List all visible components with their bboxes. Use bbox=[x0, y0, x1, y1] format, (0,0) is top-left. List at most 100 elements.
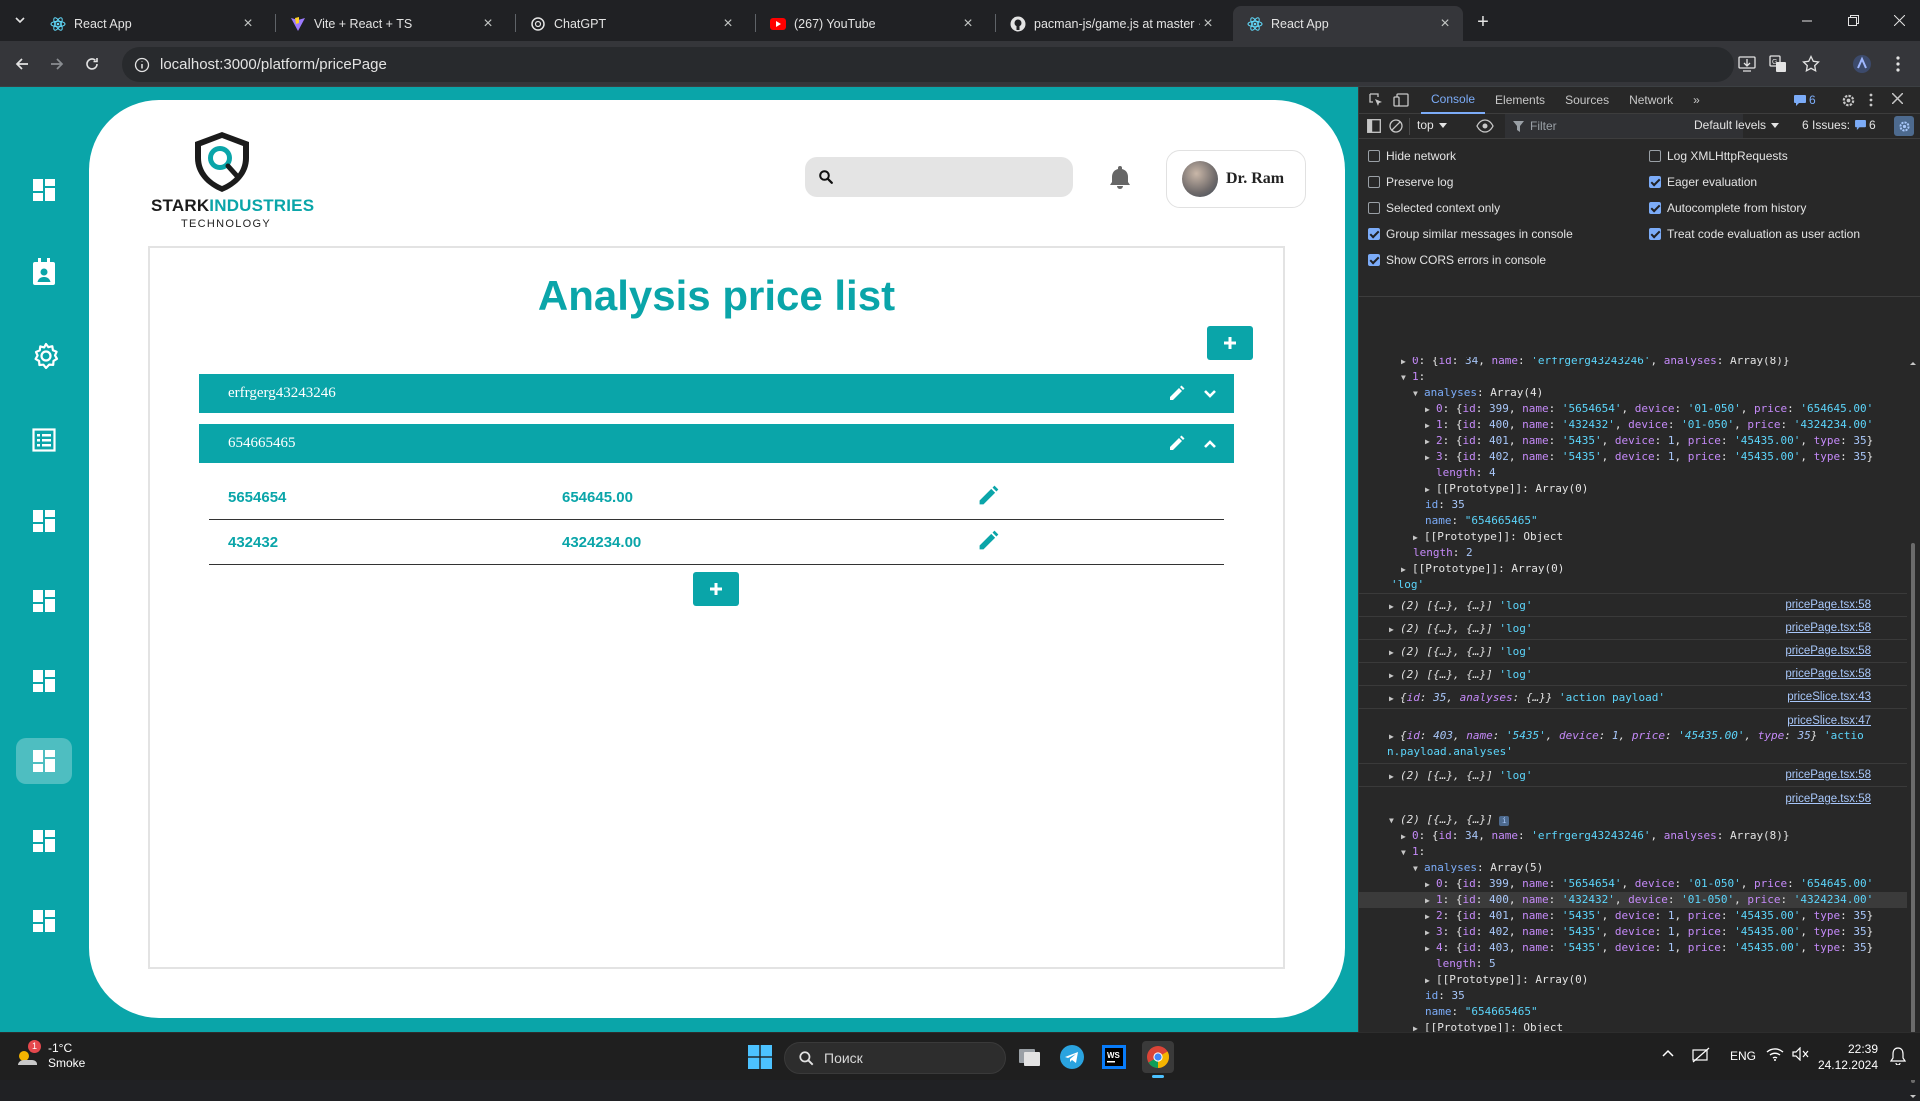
devtools-menu-icon[interactable] bbox=[1869, 93, 1873, 107]
sidebar-item-appointments[interactable] bbox=[16, 249, 72, 295]
sidebar-item-dashboard-4[interactable] bbox=[16, 658, 72, 704]
checkbox[interactable] bbox=[1368, 150, 1380, 162]
checkbox-checked[interactable] bbox=[1368, 228, 1380, 240]
add-category-button[interactable] bbox=[1207, 326, 1253, 360]
checkbox[interactable] bbox=[1649, 150, 1661, 162]
sidebar-item-dashboard[interactable] bbox=[16, 167, 72, 213]
setting-eager-evaluation[interactable]: Eager evaluation bbox=[1649, 175, 1757, 189]
tab-elements[interactable]: Elements bbox=[1485, 87, 1555, 114]
forward-button[interactable] bbox=[42, 49, 72, 79]
browser-tab[interactable]: Vite + React + TS × bbox=[276, 6, 506, 41]
console-message[interactable]: ▶ (2) [{…}, {…}] 'log' pricePage.tsx:58 bbox=[1359, 616, 1907, 639]
source-link[interactable]: pricePage.tsx:58 bbox=[1785, 787, 1871, 811]
edit-analysis-button[interactable] bbox=[977, 485, 1001, 509]
console-line[interactable]: ▶ 1: {id: 400, name: '432432', device: '0… bbox=[1359, 417, 1907, 433]
console-line[interactable]: ▼ 1: bbox=[1359, 369, 1907, 385]
console-line[interactable]: ▶ 3: {id: 402, name: '5435', device: 1, p… bbox=[1359, 449, 1907, 465]
clock[interactable]: 22:39 24.12.2024 bbox=[1818, 1041, 1878, 1073]
console-line[interactable]: ▼ 1: bbox=[1359, 844, 1907, 860]
back-button[interactable] bbox=[7, 49, 37, 79]
browser-tab[interactable]: pacman-js/game.js at master · s × bbox=[996, 6, 1226, 41]
search-box[interactable] bbox=[805, 157, 1073, 197]
source-link[interactable]: pricePage.tsx:58 bbox=[1785, 640, 1871, 663]
collapse-category-button[interactable] bbox=[1200, 434, 1220, 454]
console-line-hovered[interactable]: ▶ 1: {id: 400, name: '432432', device: '0… bbox=[1359, 892, 1907, 908]
console-line[interactable]: ▶ 0: {id: 34, name: 'erfrgerg43243246', a… bbox=[1359, 828, 1907, 844]
source-link[interactable]: pricePage.tsx:58 bbox=[1785, 764, 1871, 787]
notifications-button[interactable] bbox=[1107, 164, 1133, 190]
setting-log-xhr[interactable]: Log XMLHttpRequests bbox=[1649, 149, 1788, 163]
edit-analysis-button[interactable] bbox=[977, 530, 1001, 554]
console-scrollbar[interactable] bbox=[1909, 361, 1917, 1101]
close-icon[interactable]: × bbox=[720, 15, 736, 32]
setting-treat-code-eval[interactable]: Treat code evaluation as user action bbox=[1649, 227, 1860, 241]
translate-icon[interactable]: G bbox=[1765, 51, 1791, 77]
browser-tab[interactable]: (267) YouTube × bbox=[756, 6, 986, 41]
console-line[interactable]: ▶ [[Prototype]]: Object bbox=[1359, 529, 1907, 545]
start-button[interactable] bbox=[744, 1041, 776, 1073]
url-text[interactable]: localhost:3000/platform/pricePage bbox=[160, 56, 387, 73]
edit-category-button[interactable] bbox=[1166, 434, 1186, 454]
console-line[interactable]: ▶ 0: {id: 399, name: '5654654', device: '… bbox=[1359, 401, 1907, 417]
checkbox-checked[interactable] bbox=[1649, 176, 1661, 188]
sidebar-item-settings[interactable] bbox=[18, 333, 74, 379]
close-devtools-icon[interactable] bbox=[1892, 93, 1903, 104]
setting-selected-context[interactable]: Selected context only bbox=[1368, 201, 1500, 215]
sidebar-item-dashboard-2[interactable] bbox=[16, 498, 72, 544]
tab-network[interactable]: Network bbox=[1619, 87, 1683, 114]
sidebar-item-dashboard-6[interactable] bbox=[16, 818, 72, 864]
extension-avatar-icon[interactable] bbox=[1849, 51, 1875, 77]
console-line[interactable]: ▶ 2: {id: 401, name: '5435', device: 1, p… bbox=[1359, 908, 1907, 924]
sidebar-item-dashboard-7[interactable] bbox=[16, 898, 72, 944]
live-expression-eye-icon[interactable] bbox=[1476, 119, 1494, 133]
chrome-app[interactable] bbox=[1142, 1041, 1174, 1078]
console-line[interactable]: ▶ 3: {id: 402, name: '5435', device: 1, p… bbox=[1359, 924, 1907, 940]
source-link[interactable]: pricePage.tsx:58 bbox=[1785, 617, 1871, 640]
tab-sources[interactable]: Sources bbox=[1555, 87, 1619, 114]
checkbox-checked[interactable] bbox=[1368, 254, 1380, 266]
checkbox[interactable] bbox=[1368, 202, 1380, 214]
setting-hide-network[interactable]: Hide network bbox=[1368, 149, 1456, 163]
device-toolbar-icon[interactable] bbox=[1389, 87, 1421, 114]
sidebar-toggle-icon[interactable] bbox=[1367, 119, 1381, 133]
setting-show-cors[interactable]: Show CORS errors in console bbox=[1368, 253, 1546, 267]
inspect-element-icon[interactable] bbox=[1359, 87, 1389, 114]
input-language[interactable]: ENG bbox=[1730, 1049, 1756, 1063]
context-selector[interactable]: top bbox=[1417, 118, 1447, 132]
telegram-app[interactable] bbox=[1056, 1041, 1088, 1073]
console-line[interactable]: ▶ [[Prototype]]: Array(0) bbox=[1359, 481, 1907, 497]
network-adapter-icon[interactable] bbox=[1692, 1047, 1710, 1063]
issues-counter[interactable]: 6 Issues: 6 bbox=[1802, 118, 1876, 132]
notifications-bell-icon[interactable] bbox=[1890, 1047, 1906, 1065]
sidebar-item-list[interactable] bbox=[16, 417, 72, 463]
tray-overflow-icon[interactable] bbox=[1662, 1049, 1674, 1057]
bookmark-star-icon[interactable] bbox=[1798, 51, 1824, 77]
reload-button[interactable] bbox=[77, 49, 107, 79]
setting-preserve-log[interactable]: Preserve log bbox=[1368, 175, 1453, 189]
browser-tab-active[interactable]: React App × bbox=[1233, 6, 1463, 41]
close-icon[interactable]: × bbox=[1200, 15, 1216, 32]
tab-search-button[interactable] bbox=[6, 8, 34, 32]
weather-widget[interactable]: 1 -1°C Smoke bbox=[14, 1040, 85, 1071]
devtools-settings-icon[interactable] bbox=[1841, 93, 1856, 108]
console-line[interactable]: ▶ [[Prototype]]: Array(0) bbox=[1359, 561, 1907, 577]
tab-console[interactable]: Console bbox=[1421, 87, 1486, 114]
console-line[interactable]: ▼ analyses: Array(5) bbox=[1359, 860, 1907, 876]
close-icon[interactable]: × bbox=[1437, 15, 1453, 32]
console-line[interactable]: ▼ analyses: Array(4) bbox=[1359, 385, 1907, 401]
volume-muted-icon[interactable] bbox=[1792, 1047, 1810, 1061]
console-line[interactable]: ▶ [[Prototype]]: Array(0) bbox=[1359, 972, 1907, 988]
console-message[interactable]: ▶ (2) [{…}, {…}] 'log' pricePage.tsx:58 bbox=[1359, 763, 1907, 786]
clear-console-icon[interactable] bbox=[1389, 119, 1403, 133]
taskbar-search[interactable]: Поиск bbox=[784, 1042, 1006, 1074]
setting-group-similar[interactable]: Group similar messages in console bbox=[1368, 227, 1573, 241]
source-link[interactable]: priceSlice.tsx:43 bbox=[1787, 686, 1871, 709]
category-row[interactable]: erfrgerg43243246 bbox=[199, 374, 1234, 413]
close-icon[interactable]: × bbox=[240, 15, 256, 32]
search-input[interactable] bbox=[843, 169, 1063, 185]
restore-button[interactable] bbox=[1830, 0, 1876, 41]
issues-badge[interactable]: 6 bbox=[1794, 93, 1816, 107]
console-line[interactable]: ▶ 0: {id: 399, name: '5654654', device: '… bbox=[1359, 876, 1907, 892]
browser-tab[interactable]: React App × bbox=[36, 6, 266, 41]
close-window-button[interactable] bbox=[1876, 0, 1920, 41]
